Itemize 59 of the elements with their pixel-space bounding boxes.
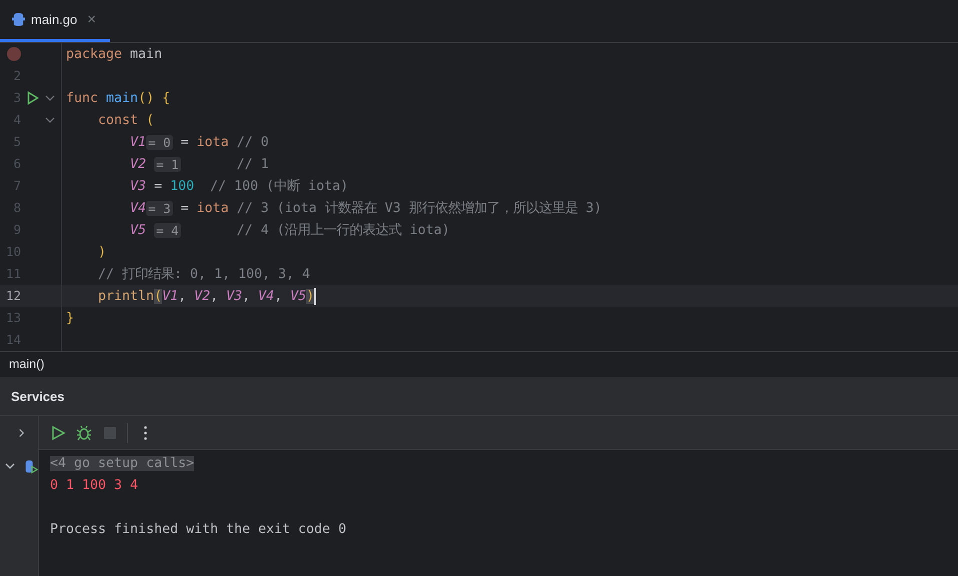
- program-output: 0 1 100 3 4: [50, 478, 138, 492]
- run-icon: [50, 424, 66, 440]
- code-text: ,: [242, 288, 252, 304]
- expand-icon[interactable]: [18, 428, 25, 438]
- constant-name: V4: [129, 200, 146, 216]
- keyword: package: [66, 46, 124, 62]
- collapse-icon[interactable]: [5, 462, 15, 470]
- inlay-hint: = 3: [146, 200, 173, 216]
- code-punctuation: }: [66, 310, 74, 326]
- breadcrumb[interactable]: main(): [9, 357, 44, 371]
- code-text: ,: [178, 288, 188, 304]
- constant-name: V2: [129, 156, 148, 172]
- code-comment: // 0: [236, 134, 269, 150]
- constant-name: V1: [162, 288, 178, 304]
- code-comment: // 4 (沿用上一行的表达式 iota): [236, 222, 450, 239]
- bug-icon: [76, 424, 92, 440]
- panel-title: Services: [11, 388, 64, 404]
- number-literal: 100: [170, 178, 194, 194]
- run-icon[interactable]: [27, 91, 39, 105]
- more-icon: [144, 426, 146, 440]
- function-call: println: [97, 288, 154, 304]
- constant-name: V3: [129, 178, 146, 194]
- file-icon: [12, 12, 25, 27]
- fold-icon[interactable]: [45, 117, 55, 123]
- inlay-hint: = 1: [154, 156, 181, 172]
- stop-icon: [102, 424, 118, 440]
- matched-brace: (: [154, 288, 162, 304]
- code-text: ,: [274, 288, 284, 304]
- code-comment: // 3 (iota 计数器在 V3 那行依然增加了，所以这里是 3): [236, 200, 602, 217]
- inlay-hint: = 0: [146, 134, 173, 150]
- constant-name: V5: [129, 222, 148, 238]
- code-text: =: [180, 134, 190, 150]
- code-punctuation: () {: [138, 90, 170, 106]
- run-config-icon[interactable]: [24, 458, 38, 474]
- code-comment: // 打印结果: 0, 1, 100, 3, 4: [97, 266, 310, 283]
- constant-name: V3: [226, 288, 242, 304]
- constant-name: V1: [129, 134, 146, 150]
- keyword: iota: [196, 200, 229, 216]
- keyword: const: [97, 112, 140, 128]
- code-text: =: [153, 178, 164, 194]
- code-text: =: [180, 200, 190, 216]
- code-text: main: [130, 46, 162, 62]
- code-text: ,: [210, 288, 220, 304]
- inlay-hint: = 4: [154, 222, 181, 238]
- constant-name: V5: [290, 288, 306, 304]
- editor-tab[interactable]: main.go ×: [0, 0, 110, 42]
- line-number: 12: [6, 288, 21, 303]
- keyword: iota: [196, 134, 229, 150]
- code-comment: // 1: [236, 156, 269, 172]
- code-comment: // 100 (中断 iota): [209, 178, 348, 195]
- constant-name: V4: [258, 288, 274, 304]
- fold-icon[interactable]: [45, 95, 55, 101]
- code-punctuation: ): [97, 244, 106, 260]
- function-name: main: [106, 90, 138, 106]
- exit-message: Process finished with the exit code 0: [50, 522, 346, 536]
- matched-brace: ): [306, 288, 314, 304]
- code-punctuation: (: [146, 112, 154, 128]
- keyword: func: [66, 90, 100, 106]
- constant-name: V2: [194, 288, 210, 304]
